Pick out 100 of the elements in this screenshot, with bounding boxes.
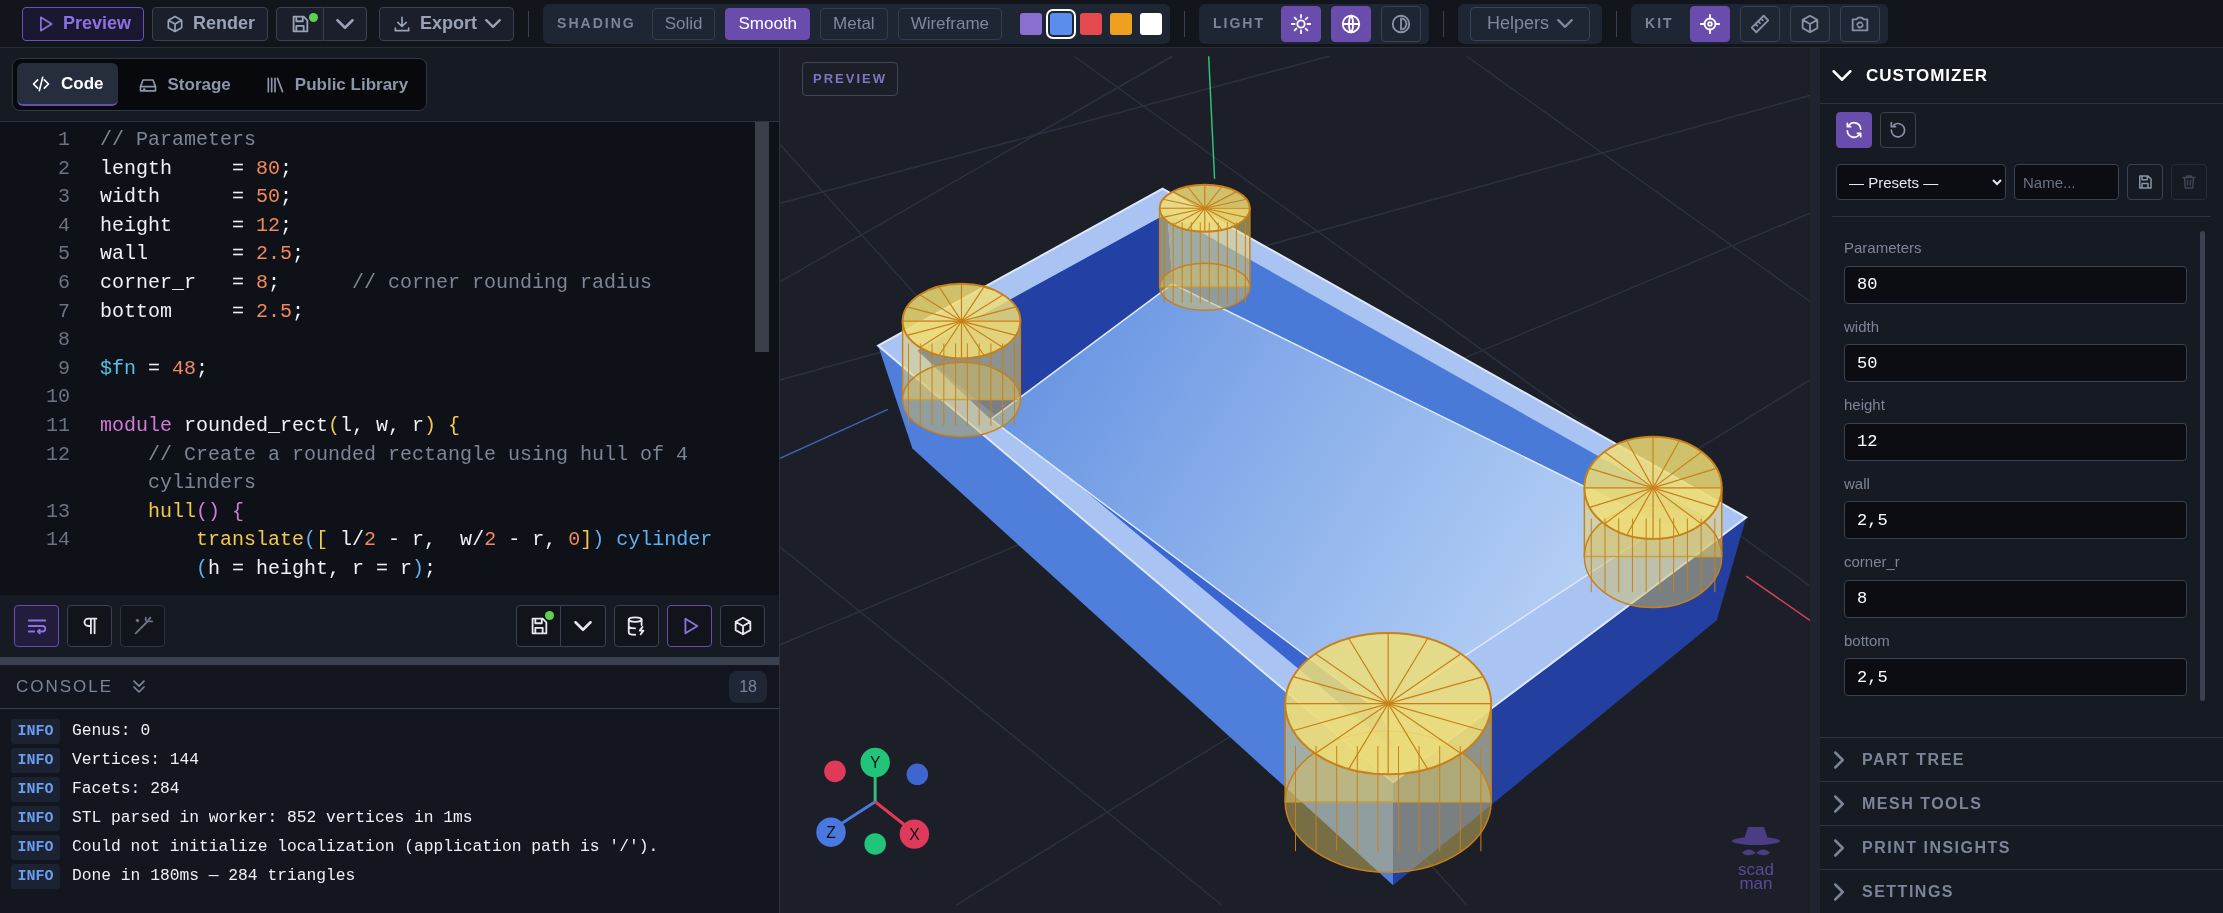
log-level: INFO bbox=[11, 719, 60, 744]
color-swatch[interactable] bbox=[1020, 12, 1043, 35]
shading-mode[interactable]: Wireframe bbox=[897, 7, 1003, 40]
target-icon bbox=[1698, 12, 1721, 35]
kit-label: KIT bbox=[1644, 14, 1675, 33]
save-preset-button[interactable] bbox=[2127, 164, 2163, 200]
log-message: STL parsed in worker: 852 vertices in 1ms bbox=[72, 807, 473, 830]
line-number: 4 bbox=[57, 212, 71, 239]
word-wrap-button[interactable] bbox=[14, 605, 59, 647]
view-mode-badge: PREVIEW bbox=[802, 62, 898, 96]
customizer-header[interactable]: CUSTOMIZER bbox=[1820, 48, 2223, 104]
scrollbar-thumb[interactable] bbox=[2200, 231, 2205, 701]
save-button[interactable] bbox=[276, 6, 325, 41]
sun-toggle[interactable] bbox=[1281, 5, 1322, 42]
save-options-button[interactable] bbox=[324, 6, 368, 41]
code-line: // Parameters bbox=[100, 127, 257, 153]
box-toggle[interactable] bbox=[1789, 5, 1830, 42]
save-button[interactable] bbox=[516, 605, 561, 647]
code-line: translate([ l/2 - r, w/2 - r, 0]) cylinder bbox=[195, 527, 713, 554]
refresh-icon bbox=[1844, 120, 1864, 140]
presets-dropdown[interactable]: — Presets — bbox=[1836, 164, 2006, 200]
line-number: 9 bbox=[57, 355, 71, 382]
section-header[interactable]: SETTINGS bbox=[1820, 869, 2223, 913]
log-message: Done in 180ms — 284 triangles bbox=[72, 865, 356, 888]
parameter-field[interactable]: 50 bbox=[1844, 344, 2187, 382]
run-preview-button[interactable] bbox=[667, 605, 712, 647]
code-line: $fn = 48; bbox=[100, 355, 209, 382]
color-swatch[interactable] bbox=[1140, 12, 1163, 35]
preview-button[interactable]: Preview bbox=[22, 6, 145, 41]
export-button[interactable]: Export bbox=[379, 6, 515, 41]
parameter-field[interactable]: 2,5 bbox=[1844, 658, 2187, 696]
log-level: INFO bbox=[11, 864, 60, 889]
magic-wand-button[interactable] bbox=[120, 605, 165, 647]
code-line: bottom = 2.5; bbox=[100, 298, 305, 325]
code-line: (h = height, r = r); bbox=[195, 555, 438, 582]
contrast-toggle[interactable] bbox=[1381, 5, 1422, 42]
editor-tab[interactable]: Public Library bbox=[250, 62, 423, 107]
code-line: // Create a rounded rectangle using hull of 4 bbox=[147, 441, 689, 468]
chevron-down-icon bbox=[1557, 19, 1574, 28]
auto-refresh-toggle[interactable] bbox=[1836, 112, 1872, 148]
target-toggle[interactable] bbox=[1689, 5, 1730, 42]
code-editor[interactable] bbox=[0, 122, 779, 595]
parameter-field[interactable]: 12 bbox=[1844, 422, 2187, 461]
parameter-label: Parameters bbox=[1844, 238, 1923, 258]
database-button[interactable] bbox=[614, 605, 659, 647]
panel-title: CUSTOMIZER bbox=[1866, 64, 1989, 87]
color-swatch[interactable] bbox=[1080, 12, 1103, 35]
sun-icon bbox=[1290, 12, 1313, 35]
shading-mode[interactable]: Metal bbox=[820, 7, 888, 40]
log-level: INFO bbox=[11, 777, 60, 802]
axis-label: Y bbox=[869, 754, 881, 772]
log-message: Genus: 0 bbox=[72, 720, 151, 743]
scrollbar-thumb[interactable] bbox=[755, 122, 769, 352]
chevron-down-icon bbox=[336, 18, 355, 29]
section-title: PRINT INSIGHTS bbox=[1862, 837, 2011, 858]
line-number: 1 bbox=[57, 127, 71, 153]
parameter-field[interactable]: 8 bbox=[1844, 579, 2187, 618]
3d-viewport[interactable]: Y Z X PREVIEW scad man bbox=[780, 48, 1810, 913]
console-title: CONSOLE bbox=[16, 675, 114, 698]
editor-tab[interactable]: Code bbox=[17, 62, 118, 107]
parameter-label: height bbox=[1844, 395, 1886, 415]
code-line: height = 12; bbox=[100, 212, 293, 239]
helpers-dropdown[interactable]: Helpers bbox=[1470, 6, 1591, 41]
reset-button[interactable] bbox=[1880, 112, 1916, 148]
line-number: 3 bbox=[57, 184, 71, 211]
section-title: PART TREE bbox=[1862, 749, 1965, 770]
section-header[interactable]: PRINT INSIGHTS bbox=[1820, 825, 2223, 869]
section-header[interactable]: PART TREE bbox=[1820, 737, 2223, 781]
line-number: 2 bbox=[57, 155, 71, 182]
section-title: SETTINGS bbox=[1862, 881, 1954, 902]
undo-icon bbox=[1888, 120, 1908, 140]
light-label: LIGHT bbox=[1212, 14, 1267, 33]
axis-label: Z bbox=[826, 824, 836, 842]
cube-icon bbox=[165, 13, 186, 34]
shading-mode[interactable]: Smooth bbox=[725, 7, 811, 40]
render-button[interactable] bbox=[720, 605, 765, 647]
resize-handle[interactable] bbox=[0, 657, 779, 665]
pilcrow-button[interactable] bbox=[67, 605, 112, 647]
line-number: 10 bbox=[45, 384, 71, 411]
preset-name-field[interactable]: Name... bbox=[2014, 164, 2119, 200]
camera-rotate-toggle[interactable] bbox=[1839, 5, 1880, 42]
globe-toggle[interactable] bbox=[1331, 5, 1372, 42]
parameter-field[interactable]: 2,5 bbox=[1844, 501, 2187, 539]
shading-mode[interactable]: Solid bbox=[651, 7, 716, 40]
section-header[interactable]: MESH TOOLS bbox=[1820, 781, 2223, 825]
code-line: width = 50; bbox=[100, 184, 293, 211]
render-button[interactable]: Render bbox=[152, 6, 269, 41]
log-message: Vertices: 144 bbox=[72, 749, 199, 772]
code-line: module rounded_rect(l, w, r) { bbox=[100, 412, 461, 439]
line-number: 14 bbox=[45, 527, 71, 554]
parameter-field[interactable]: 80 bbox=[1844, 265, 2187, 304]
ruler-toggle[interactable] bbox=[1739, 5, 1780, 42]
code-line: corner_r = 8; // corner rounding radius bbox=[100, 269, 653, 296]
parameter-label: width bbox=[1844, 316, 1881, 337]
save-options-button[interactable] bbox=[561, 605, 606, 647]
log-level: INFO bbox=[11, 748, 60, 773]
editor-tab[interactable]: Storage bbox=[123, 62, 245, 107]
line-number: 12 bbox=[45, 441, 71, 468]
color-swatch[interactable] bbox=[1110, 12, 1133, 35]
line-number: 8 bbox=[57, 327, 71, 354]
